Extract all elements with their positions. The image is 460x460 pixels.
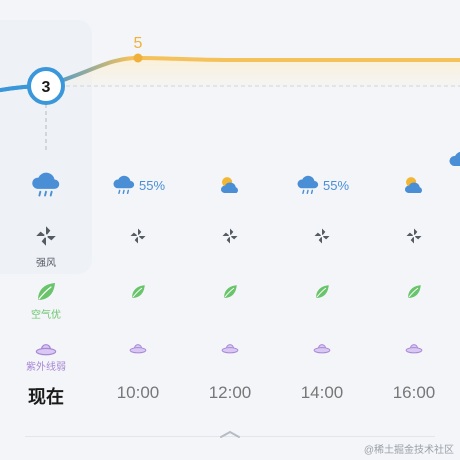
watermark: @稀土掘金技术社区 <box>363 445 454 456</box>
precip-chance: 55% <box>138 177 166 193</box>
wind-label: 强风 <box>36 258 56 269</box>
time-label: 12:00 <box>208 383 252 402</box>
hat-icon <box>35 339 57 358</box>
uv-cell <box>368 334 460 362</box>
rain-cloud-icon <box>111 173 137 198</box>
uv-label: 紫外线弱 <box>26 362 66 373</box>
leaf-icon <box>405 283 423 301</box>
forecast-column[interactable]: 16:00 <box>368 0 460 410</box>
air-cell <box>368 278 460 306</box>
hat-icon <box>129 340 147 355</box>
air-cell <box>184 278 276 306</box>
air-cell <box>0 278 92 306</box>
rain-cloud-icon <box>295 173 321 198</box>
leaf-icon <box>313 283 331 301</box>
hat-icon <box>221 340 239 355</box>
forecast-column[interactable]: 55% 10:00 <box>92 0 184 410</box>
pinwheel-icon <box>404 226 424 246</box>
uv-cell <box>184 334 276 362</box>
hat-icon <box>313 340 331 355</box>
time-label: 14:00 <box>300 383 344 402</box>
expand-handle[interactable] <box>213 420 247 450</box>
sun-cloud-icon <box>401 174 427 196</box>
sun-cloud-icon <box>217 174 243 196</box>
air-cell <box>276 278 368 306</box>
forecast-column[interactable]: 55% 14:00 <box>276 0 368 410</box>
rain-cloud-icon <box>29 169 63 201</box>
wind-cell <box>184 222 276 250</box>
leaf-icon <box>34 280 58 304</box>
weather-cell <box>0 170 92 200</box>
air-cell <box>92 278 184 306</box>
hourly-forecast[interactable]: 3 5 强风 空气优 紫外线弱 现在 55% 10:00 12:00 55% 1… <box>0 0 460 460</box>
hat-icon <box>405 340 423 355</box>
time-label: 现在 <box>28 387 64 407</box>
time-label: 16:00 <box>392 383 436 402</box>
pinwheel-icon <box>33 223 59 249</box>
wind-cell <box>0 222 92 250</box>
pinwheel-icon <box>128 226 148 246</box>
forecast-column[interactable]: 12:00 <box>184 0 276 410</box>
uv-cell <box>92 334 184 362</box>
forecast-column[interactable]: 强风 空气优 紫外线弱现在 <box>0 0 92 410</box>
wind-cell <box>276 222 368 250</box>
leaf-icon <box>129 283 147 301</box>
precip-chance: 55% <box>322 177 350 193</box>
weather-cell <box>184 170 276 200</box>
air-quality-label: 空气优 <box>31 310 61 321</box>
leaf-icon <box>221 283 239 301</box>
time-label: 10:00 <box>116 383 160 402</box>
pinwheel-icon <box>220 226 240 246</box>
chevron-up-icon <box>219 426 241 444</box>
wind-cell <box>92 222 184 250</box>
weather-cell: 55% <box>92 170 184 200</box>
uv-cell <box>276 334 368 362</box>
pinwheel-icon <box>312 226 332 246</box>
weather-cell <box>368 170 460 200</box>
weather-cell: 55% <box>276 170 368 200</box>
wind-cell <box>368 222 460 250</box>
